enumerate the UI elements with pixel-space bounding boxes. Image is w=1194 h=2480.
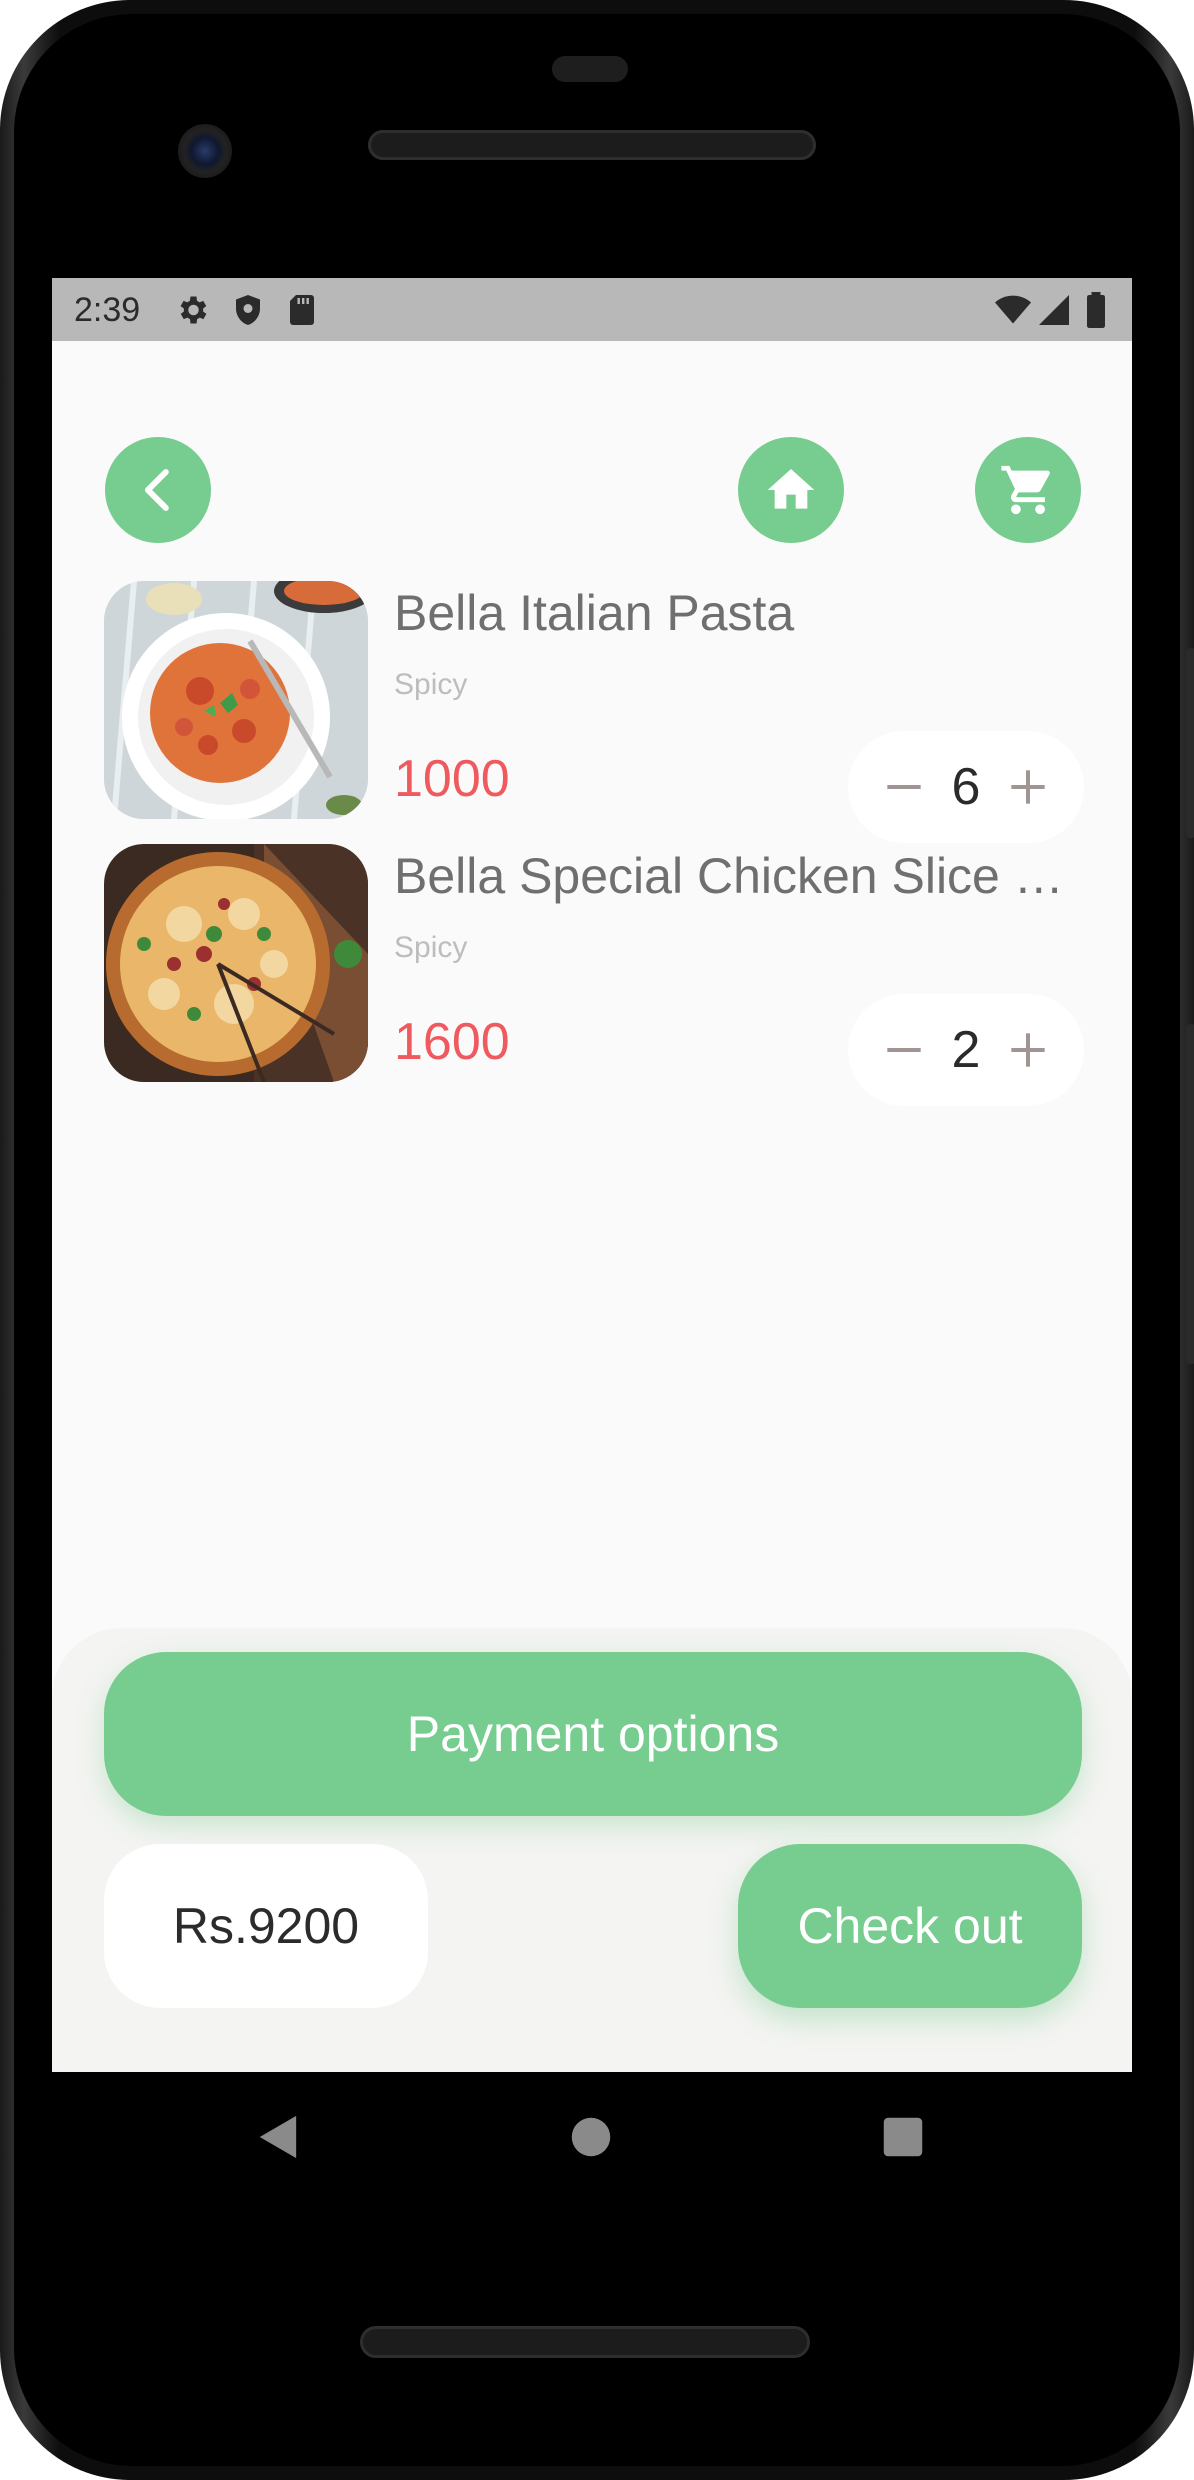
nav-back-button[interactable] — [242, 2102, 312, 2172]
minus-icon — [887, 785, 921, 789]
back-triangle-icon — [259, 2115, 297, 2159]
item-tag: Spicy — [394, 668, 468, 701]
item-tag: Spicy — [394, 931, 468, 964]
item-name: Bella Italian Pasta — [394, 585, 795, 641]
pizza-image — [104, 844, 368, 1082]
item-price: 1600 — [394, 1013, 510, 1071]
shield-icon — [236, 295, 260, 325]
home-icon — [767, 469, 815, 509]
cart-item[interactable]: Bella Special Chicken Slice Pizza Spicy … — [104, 844, 1084, 1106]
increase-button[interactable] — [998, 757, 1058, 817]
power-button — [1186, 648, 1194, 838]
chevron-left-icon — [144, 469, 169, 511]
earpiece-speaker — [368, 130, 816, 160]
phone-frame: 2:39 Bella Italian Pasta Spicy 1000 6 Be… — [0, 0, 1194, 2480]
settings-icon — [180, 296, 207, 324]
minus-icon — [887, 1048, 921, 1052]
quantity-value: 6 — [951, 758, 981, 816]
payment-options-button[interactable]: Payment options — [104, 1652, 1082, 1816]
quantity-stepper: 2 — [848, 994, 1084, 1106]
item-price: 1000 — [394, 750, 510, 808]
recents-square-icon — [883, 2117, 923, 2157]
nav-home-button[interactable] — [556, 2102, 626, 2172]
cart-item[interactable]: Bella Italian Pasta Spicy 1000 6 — [104, 581, 1084, 843]
cart-button[interactable] — [975, 437, 1081, 543]
decrease-button[interactable] — [874, 1020, 934, 1080]
checkout-button[interactable]: Check out — [738, 1844, 1082, 2008]
home-button[interactable] — [738, 437, 844, 543]
item-name: Bella Special Chicken Slice Pizza — [394, 848, 1074, 904]
app-screen: 2:39 Bella Italian Pasta Spicy 1000 6 Be… — [52, 278, 1132, 2072]
battery-icon — [1087, 292, 1105, 328]
volume-button — [1186, 1024, 1194, 1364]
back-button[interactable] — [105, 437, 211, 543]
status-bar: 2:39 — [52, 278, 1132, 341]
cart-icon — [1001, 465, 1050, 515]
front-camera — [178, 124, 232, 178]
quantity-stepper: 6 — [848, 731, 1084, 843]
nav-recents-button[interactable] — [868, 2102, 938, 2172]
status-time: 2:39 — [74, 291, 141, 329]
plus-icon — [1011, 1033, 1045, 1067]
decrease-button[interactable] — [874, 757, 934, 817]
increase-button[interactable] — [998, 1020, 1058, 1080]
pasta-image — [104, 581, 368, 819]
quantity-value: 2 — [951, 1021, 981, 1079]
bottom-speaker — [360, 2326, 810, 2358]
signal-icon — [1039, 295, 1069, 325]
sd-card-icon — [290, 295, 314, 325]
plus-icon — [1011, 770, 1045, 804]
wifi-icon — [995, 295, 1031, 324]
total-amount: Rs.9200 — [104, 1844, 428, 2008]
proximity-sensor — [552, 56, 628, 82]
home-circle-icon — [571, 2117, 611, 2157]
